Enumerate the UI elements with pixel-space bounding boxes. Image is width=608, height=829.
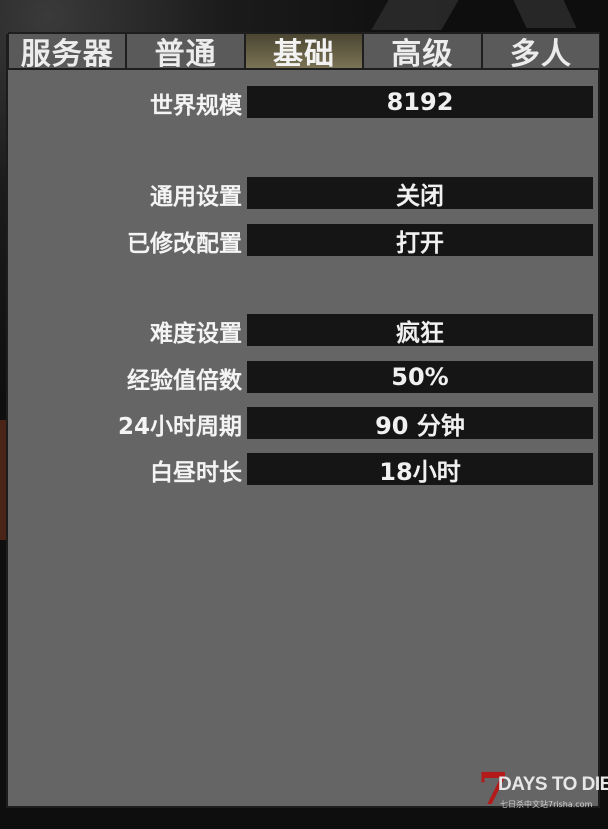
setting-general-settings: 通用设置 关闭 xyxy=(0,177,608,211)
setting-label: 通用设置 xyxy=(150,184,242,210)
tab-bar: 服务器 普通 基础 高级 多人 xyxy=(8,32,601,72)
setting-xp-multiplier: 经验值倍数 50% xyxy=(0,361,608,395)
logo-subtitle: 七日杀中文站7risha.com xyxy=(500,800,593,809)
setting-day-cycle: 24小时周期 90 分钟 xyxy=(0,407,608,441)
tab-general[interactable]: 普通 xyxy=(126,32,245,72)
setting-label: 已修改配置 xyxy=(127,231,242,257)
game-logo-watermark: 7 DAYS TO DIE 七日杀中文站7risha.com xyxy=(478,764,608,818)
setting-label: 世界规模 xyxy=(150,93,242,119)
setting-daylight-length: 白昼时长 18小时 xyxy=(0,453,608,487)
setting-label: 经验值倍数 xyxy=(127,368,242,394)
tab-advanced[interactable]: 高级 xyxy=(363,32,482,72)
setting-world-size: 世界规模 8192 xyxy=(0,86,608,120)
tab-server[interactable]: 服务器 xyxy=(8,32,127,72)
day-cycle-selector[interactable]: 90 分钟 xyxy=(247,407,593,440)
xp-multiplier-selector[interactable]: 50% xyxy=(247,361,593,393)
general-settings-selector[interactable]: 关闭 xyxy=(247,177,593,210)
setting-difficulty: 难度设置 疯狂 xyxy=(0,314,608,348)
setting-label: 难度设置 xyxy=(150,321,242,347)
setting-label: 24小时周期 xyxy=(117,414,242,440)
difficulty-selector[interactable]: 疯狂 xyxy=(247,314,593,347)
setting-label: 白昼时长 xyxy=(150,460,242,486)
modified-config-selector[interactable]: 打开 xyxy=(247,224,593,257)
tab-basic[interactable]: 基础 xyxy=(244,32,364,72)
daylight-length-selector[interactable]: 18小时 xyxy=(247,453,593,486)
tab-multiplayer[interactable]: 多人 xyxy=(481,32,601,72)
setting-modified-config: 已修改配置 打开 xyxy=(0,224,608,258)
world-size-selector[interactable]: 8192 xyxy=(247,86,593,118)
logo-title: DAYS TO DIE xyxy=(498,774,608,795)
